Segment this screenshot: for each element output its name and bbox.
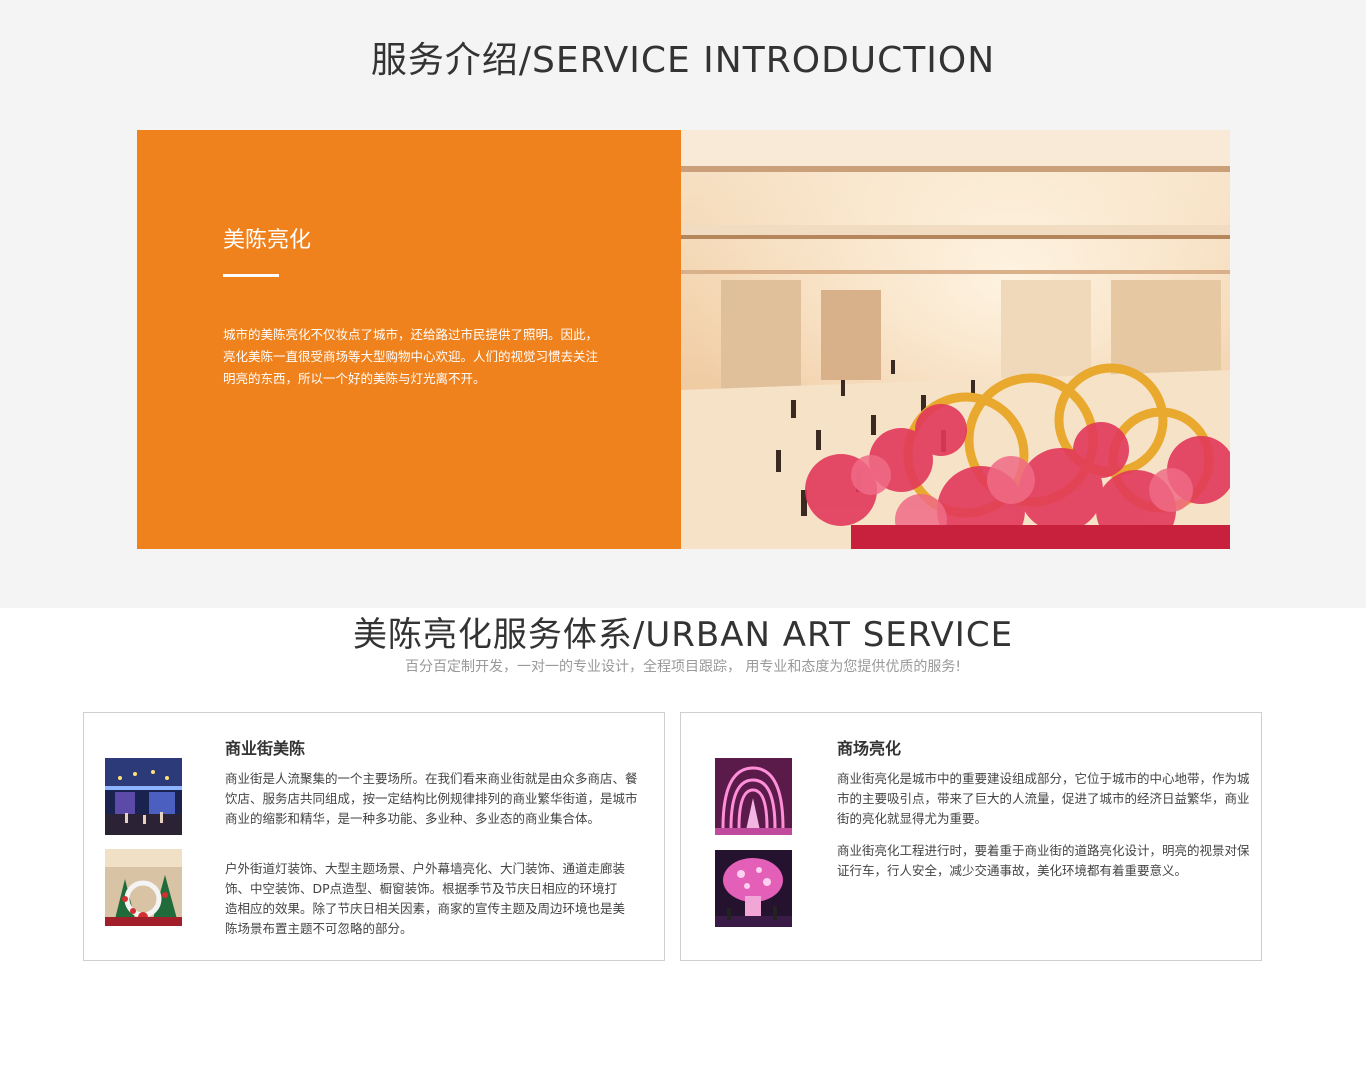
commercial-street-night-image xyxy=(105,758,182,835)
card-paragraph-1: 商业街亮化是城市中的重要建设组成部分，它位于城市的中心地带，作为城市的主要吸引点… xyxy=(837,771,1250,826)
intro-divider xyxy=(223,274,279,277)
intro-description: 城市的美陈亮化不仅妆点了城市，还给路过市民提供了照明。因此，亮化美陈一直很受商场… xyxy=(223,327,599,386)
service-intro-section: 服务介绍/SERVICE INTRODUCTION 美陈亮化 城市的美陈亮化不仅… xyxy=(0,0,1366,608)
intro-heading: 美陈亮化 xyxy=(223,228,312,253)
mall-interior-image xyxy=(681,130,1230,549)
service-card-commercial-street: 商业街美陈 商业街是人流聚集的一个主要场所。在我们看来商业街就是由众多商店、餐饮… xyxy=(83,712,665,961)
card-title-commercial-street: 商业街美陈 xyxy=(225,739,306,758)
service-intro-title: 服务介绍/SERVICE INTRODUCTION xyxy=(370,40,996,81)
christmas-display-image xyxy=(105,849,182,926)
light-tunnel-image xyxy=(715,758,792,835)
service-card-mall-lighting: 商场亮化 商业街亮化是城市中的重要建设组成部分，它位于城市的中心地带，作为城市的… xyxy=(680,712,1262,961)
card-title-mall-lighting: 商场亮化 xyxy=(837,739,902,758)
card-paragraph-1: 商业街是人流聚集的一个主要场所。在我们看来商业街就是由众多商店、餐饮店、服务店共… xyxy=(225,771,638,826)
intro-text-panel: 美陈亮化 城市的美陈亮化不仅妆点了城市，还给路过市民提供了照明。因此，亮化美陈一… xyxy=(137,130,681,549)
mushroom-light-image xyxy=(715,850,792,927)
card-paragraph-2: 商业街亮化工程进行时，要着重于商业街的道路亮化设计，明亮的视景对保证行车，行人安… xyxy=(837,843,1250,878)
service-system-title: 美陈亮化服务体系/URBAN ART SERVICE xyxy=(352,615,1014,655)
card-paragraph-2: 户外街道灯装饰、大型主题场景、户外幕墙亮化、大门装饰、通道走廊装饰、中空装饰、D… xyxy=(225,861,626,936)
service-system-subtitle: 百分百定制开发，一对一的专业设计，全程项目跟踪， 用专业和态度为您提供优质的服务… xyxy=(404,659,962,675)
